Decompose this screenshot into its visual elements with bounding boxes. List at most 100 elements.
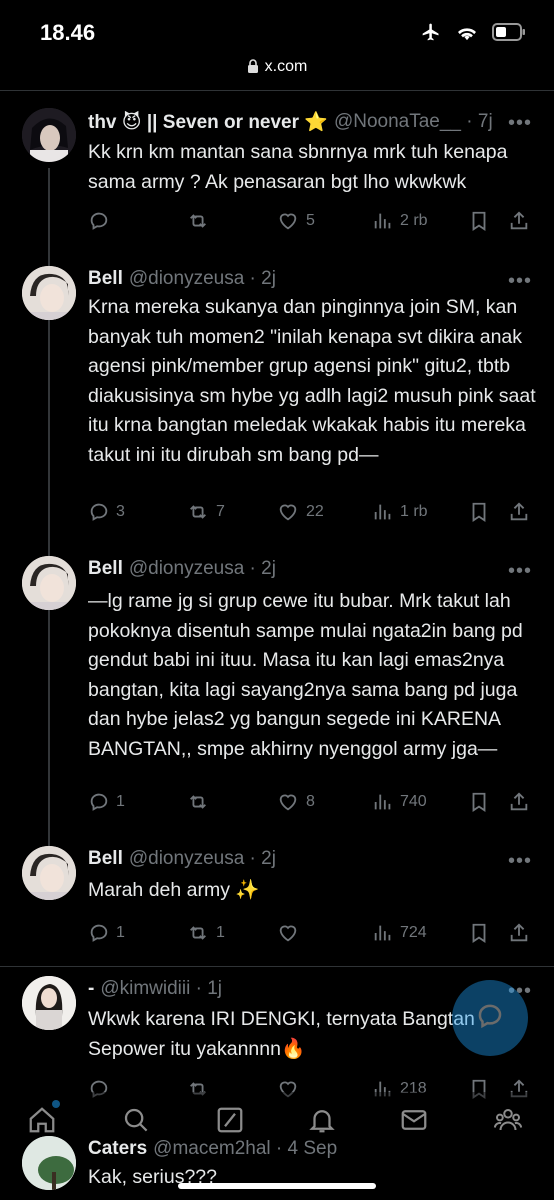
communities-icon[interactable] [488, 1100, 528, 1140]
bookmark-button[interactable] [468, 922, 490, 944]
grok-icon[interactable] [210, 1100, 250, 1140]
action-bar: 5 2 rb [88, 210, 534, 234]
repost-button[interactable]: 7 [186, 501, 225, 523]
notifications-icon[interactable] [302, 1100, 342, 1140]
reply-icon [88, 922, 110, 944]
display-name[interactable]: Bell [88, 268, 123, 290]
reply-icon [88, 791, 110, 813]
more-icon[interactable]: ••• [508, 850, 532, 873]
reply-count: 1 [116, 924, 125, 941]
status-icons [420, 22, 526, 47]
repost-button[interactable] [186, 210, 216, 232]
like-count: 8 [306, 793, 315, 810]
display-name[interactable]: - [88, 978, 94, 1000]
views-button[interactable]: 740 [372, 791, 427, 813]
views-button[interactable]: 2 rb [372, 210, 428, 232]
repost-icon [186, 791, 210, 813]
views-button[interactable]: 724 [372, 922, 427, 944]
notification-dot [52, 1100, 60, 1108]
handle-time[interactable]: @dionyzeusa · 2j [129, 848, 276, 870]
action-bar: 3 7 22 1 rb [88, 501, 534, 525]
repost-button[interactable] [186, 791, 216, 813]
share-icon [508, 501, 530, 523]
avatar[interactable] [22, 846, 76, 900]
views-icon [372, 501, 394, 523]
handle-time[interactable]: @kimwidiii · 1j [100, 978, 222, 1000]
reply-count: 3 [116, 503, 125, 520]
lock-icon [247, 59, 259, 78]
like-button[interactable]: 5 [276, 210, 315, 232]
views-icon [372, 922, 394, 944]
more-icon[interactable]: ••• [508, 112, 532, 135]
views-count: 1 rb [400, 503, 428, 520]
handle-time[interactable]: @dionyzeusa · 2j [129, 268, 276, 290]
home-icon[interactable] [22, 1100, 62, 1140]
tweet-header: Bell @dionyzeusa · 2j [88, 848, 534, 870]
tweet-text: —lg rame jg si grup cewe itu bubar. Mrk … [88, 590, 523, 760]
like-button[interactable]: 8 [276, 791, 315, 813]
handle-time[interactable]: @dionyzeusa · 2j [129, 558, 276, 580]
views-icon [372, 791, 394, 813]
avatar[interactable] [22, 266, 76, 320]
reply-count: 1 [116, 793, 125, 810]
tweet-header: thv 😈 || Seven or never ⭐ @NoonaTae__ · … [88, 110, 534, 134]
avatar[interactable] [22, 556, 76, 610]
bookmark-button[interactable] [468, 501, 490, 523]
display-name[interactable]: Caters [88, 1138, 147, 1160]
repost-icon [186, 922, 210, 944]
share-icon [508, 922, 530, 944]
heart-icon [276, 922, 300, 944]
more-icon[interactable]: ••• [508, 560, 532, 583]
home-indicator[interactable] [178, 1183, 376, 1189]
messages-icon[interactable] [394, 1100, 434, 1140]
views-count: 724 [400, 924, 427, 941]
display-name[interactable]: Bell [88, 558, 123, 580]
views-icon [372, 210, 394, 232]
reply-button[interactable] [88, 210, 116, 232]
reply-button[interactable]: 3 [88, 501, 125, 523]
views-button[interactable]: 1 rb [372, 501, 428, 523]
bookmark-icon [468, 210, 490, 232]
share-button[interactable] [508, 791, 530, 813]
heart-icon [276, 210, 300, 232]
avatar[interactable] [22, 108, 76, 162]
like-button[interactable]: 22 [276, 501, 324, 523]
compose-reply-icon [475, 1001, 505, 1036]
share-button[interactable] [508, 922, 530, 944]
action-bar: 1 1 724 [88, 922, 534, 946]
tweet-header: Caters @macem2hal · 4 Sep [88, 1138, 534, 1160]
reply-button[interactable]: 1 [88, 922, 125, 944]
reply-icon [88, 501, 110, 523]
search-icon[interactable] [116, 1100, 156, 1140]
wifi-icon [456, 23, 478, 46]
reply-button[interactable]: 1 [88, 791, 125, 813]
display-name[interactable]: thv 😈 || Seven or never ⭐ [88, 110, 328, 134]
repost-button[interactable]: 1 [186, 922, 225, 944]
battery-icon [492, 23, 526, 46]
like-count: 5 [306, 212, 315, 229]
heart-icon [276, 791, 300, 813]
like-count: 22 [306, 503, 324, 520]
handle-time[interactable]: @NoonaTae__ · 7j [334, 111, 493, 133]
handle-time[interactable]: @macem2hal · 4 Sep [153, 1138, 337, 1160]
display-name[interactable]: Bell [88, 848, 123, 870]
share-button[interactable] [508, 501, 530, 523]
bookmark-button[interactable] [468, 791, 490, 813]
tweet-text: Marah deh army ✨ [88, 879, 260, 901]
reply-icon [88, 210, 110, 232]
airplane-mode-icon [420, 22, 442, 47]
like-button[interactable] [276, 922, 306, 944]
avatar[interactable] [22, 976, 76, 1030]
address-bar[interactable]: x.com [0, 58, 554, 78]
share-icon [508, 791, 530, 813]
more-icon[interactable]: ••• [508, 270, 532, 293]
avatar[interactable] [22, 1136, 76, 1190]
repost-count: 7 [216, 503, 225, 520]
bookmark-icon [468, 791, 490, 813]
views-count: 2 rb [400, 212, 428, 229]
tweet-text: Kk krn km mantan sana sbnrnya mrk tuh ke… [88, 141, 508, 193]
compose-button[interactable] [452, 980, 528, 1056]
bookmark-icon [468, 922, 490, 944]
bookmark-button[interactable] [468, 210, 490, 232]
share-button[interactable] [508, 210, 530, 232]
